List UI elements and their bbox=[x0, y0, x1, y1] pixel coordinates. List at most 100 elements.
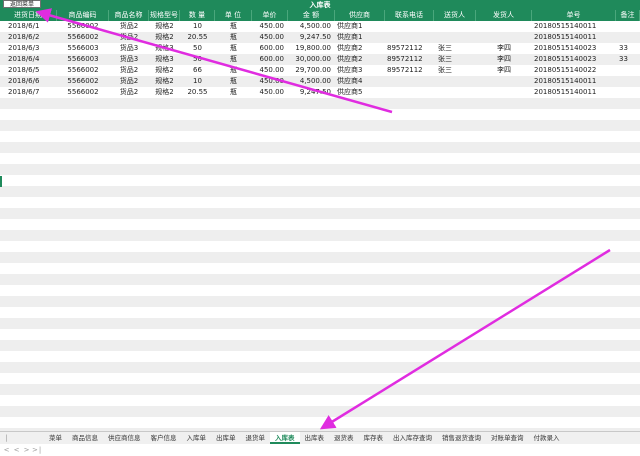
table-cell[interactable]: 89572112 bbox=[385, 54, 434, 65]
table-cell[interactable]: 货品2 bbox=[109, 32, 149, 43]
table-cell[interactable] bbox=[476, 21, 532, 32]
table-cell[interactable]: 2018/6/5 bbox=[0, 65, 57, 76]
column-header[interactable]: 备注 bbox=[616, 10, 640, 21]
table-cell[interactable]: 20180515140011 bbox=[532, 76, 616, 87]
table-cell[interactable] bbox=[616, 87, 640, 98]
table-cell[interactable]: 5566003 bbox=[57, 43, 109, 54]
table-cell[interactable]: 张三 bbox=[434, 43, 476, 54]
column-header[interactable]: 联系电话 bbox=[385, 10, 434, 21]
sheet-tab[interactable]: 出库单 bbox=[211, 432, 241, 444]
table-cell[interactable]: 30,000.00 bbox=[288, 54, 335, 65]
table-cell[interactable] bbox=[385, 21, 434, 32]
column-header[interactable]: 进货日期 bbox=[0, 10, 57, 21]
table-cell[interactable]: 2018/6/4 bbox=[0, 54, 57, 65]
table-cell[interactable]: 10 bbox=[180, 76, 215, 87]
table-cell[interactable]: 5566002 bbox=[57, 21, 109, 32]
first-sheet-icon[interactable]: |< bbox=[2, 432, 12, 456]
table-cell[interactable]: 50 bbox=[180, 43, 215, 54]
sheet-tab[interactable]: 入库单 bbox=[182, 432, 212, 444]
sheet-tab[interactable]: 入库表 bbox=[270, 432, 300, 444]
table-cell[interactable]: 2018/6/1 bbox=[0, 21, 57, 32]
table-cell[interactable]: 5566002 bbox=[57, 32, 109, 43]
table-cell[interactable]: 瓶 bbox=[215, 65, 252, 76]
column-header[interactable]: 商品名称 bbox=[109, 10, 149, 21]
table-cell[interactable]: 50 bbox=[180, 54, 215, 65]
table-cell[interactable] bbox=[476, 32, 532, 43]
table-cell[interactable] bbox=[385, 76, 434, 87]
table-cell[interactable] bbox=[616, 76, 640, 87]
table-cell[interactable]: 2018/6/3 bbox=[0, 43, 57, 54]
column-header[interactable]: 单价 bbox=[252, 10, 288, 21]
table-cell[interactable]: 瓶 bbox=[215, 76, 252, 87]
table-cell[interactable]: 20180515140011 bbox=[532, 87, 616, 98]
table-cell[interactable]: 600.00 bbox=[252, 54, 288, 65]
table-cell[interactable]: 规格2 bbox=[149, 21, 180, 32]
table-cell[interactable]: 5566002 bbox=[57, 65, 109, 76]
table-cell[interactable]: 20180515140023 bbox=[532, 43, 616, 54]
table-cell[interactable]: 20.55 bbox=[180, 32, 215, 43]
table-cell[interactable]: 规格2 bbox=[149, 87, 180, 98]
sheet-tab[interactable]: 销售退货查询 bbox=[437, 432, 486, 444]
table-cell[interactable]: 5566002 bbox=[57, 87, 109, 98]
table-cell[interactable]: 规格3 bbox=[149, 54, 180, 65]
table-cell[interactable] bbox=[476, 87, 532, 98]
sheet-tab[interactable]: 商品信息 bbox=[67, 432, 103, 444]
table-cell[interactable]: 瓶 bbox=[215, 32, 252, 43]
column-header[interactable]: 供应商 bbox=[335, 10, 385, 21]
table-cell[interactable]: 瓶 bbox=[215, 43, 252, 54]
sheet-tab[interactable]: 付款录入 bbox=[529, 432, 565, 444]
table-cell[interactable]: 19,800.00 bbox=[288, 43, 335, 54]
table-cell[interactable]: 4,500.00 bbox=[288, 21, 335, 32]
table-cell[interactable]: 66 bbox=[180, 65, 215, 76]
table-cell[interactable]: 李四 bbox=[476, 65, 532, 76]
table-cell[interactable]: 20180515140023 bbox=[532, 54, 616, 65]
sheet-tab[interactable]: 退货单 bbox=[241, 432, 271, 444]
table-cell[interactable] bbox=[476, 76, 532, 87]
table-cell[interactable]: 20180515140011 bbox=[532, 21, 616, 32]
table-cell[interactable]: 2018/6/7 bbox=[0, 87, 57, 98]
table-cell[interactable]: 供应商1 bbox=[335, 32, 385, 43]
prev-sheet-icon[interactable]: < bbox=[12, 444, 22, 456]
table-cell[interactable]: 货品3 bbox=[109, 43, 149, 54]
table-cell[interactable]: 20.55 bbox=[180, 87, 215, 98]
table-cell[interactable] bbox=[434, 76, 476, 87]
table-cell[interactable] bbox=[616, 21, 640, 32]
table-cell[interactable]: 规格2 bbox=[149, 32, 180, 43]
table-cell[interactable]: 瓶 bbox=[215, 87, 252, 98]
table-cell[interactable]: 29,700.00 bbox=[288, 65, 335, 76]
sheet-tab[interactable]: 出库表 bbox=[300, 432, 330, 444]
table-cell[interactable]: 89572112 bbox=[385, 43, 434, 54]
table-cell[interactable] bbox=[616, 32, 640, 43]
table-cell[interactable]: 供应商1 bbox=[335, 21, 385, 32]
table-cell[interactable] bbox=[434, 32, 476, 43]
column-header[interactable]: 单号 bbox=[532, 10, 616, 21]
column-header[interactable]: 金 额 bbox=[288, 10, 335, 21]
table-cell[interactable] bbox=[616, 65, 640, 76]
sheet-tab[interactable]: 退货表 bbox=[329, 432, 359, 444]
sheet-tab[interactable]: 对账单查询 bbox=[486, 432, 529, 444]
table-cell[interactable]: 450.00 bbox=[252, 87, 288, 98]
table-cell[interactable]: 2018/6/6 bbox=[0, 76, 57, 87]
table-cell[interactable]: 89572112 bbox=[385, 65, 434, 76]
table-cell[interactable]: 9,247.50 bbox=[288, 87, 335, 98]
table-cell[interactable]: 450.00 bbox=[252, 32, 288, 43]
sheet-tab[interactable]: 供应商信息 bbox=[103, 432, 146, 444]
sheet-tab[interactable]: 出入库存查询 bbox=[388, 432, 437, 444]
table-cell[interactable]: 李四 bbox=[476, 54, 532, 65]
table-cell[interactable]: 货品2 bbox=[109, 76, 149, 87]
table-cell[interactable]: 货品2 bbox=[109, 65, 149, 76]
table-cell[interactable] bbox=[434, 87, 476, 98]
next-sheet-icon[interactable]: > bbox=[22, 444, 32, 456]
table-cell[interactable]: 33 bbox=[616, 54, 640, 65]
table-cell[interactable]: 600.00 bbox=[252, 43, 288, 54]
table-cell[interactable]: 瓶 bbox=[215, 21, 252, 32]
table-cell[interactable]: 5566002 bbox=[57, 76, 109, 87]
last-sheet-icon[interactable]: >| bbox=[32, 444, 42, 456]
table-cell[interactable]: 货品3 bbox=[109, 54, 149, 65]
back-to-menu-button[interactable]: 返回菜单 bbox=[3, 0, 41, 8]
table-cell[interactable]: 450.00 bbox=[252, 76, 288, 87]
table-cell[interactable] bbox=[434, 21, 476, 32]
table-cell[interactable]: 5566003 bbox=[57, 54, 109, 65]
sheet-tab[interactable]: 客户信息 bbox=[146, 432, 182, 444]
column-header[interactable]: 商品编码 bbox=[57, 10, 109, 21]
